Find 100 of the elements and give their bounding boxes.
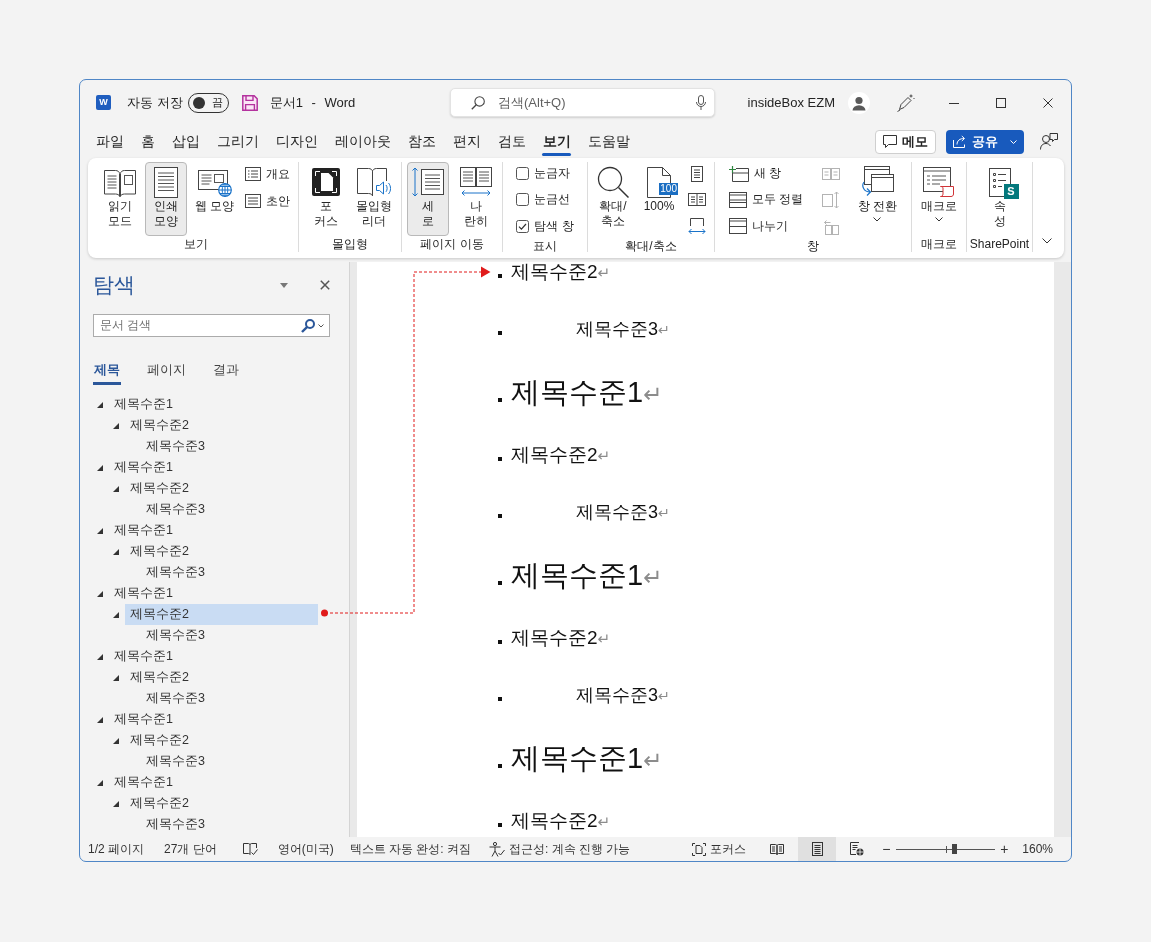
outline-button[interactable]: 개요 [242, 162, 294, 186]
zoom-slider[interactable] [896, 844, 996, 854]
web-layout-button[interactable]: 웹 모양 [192, 162, 238, 236]
heading-item[interactable]: 제목수준1 [109, 646, 318, 667]
ribbon-tab[interactable]: 삽입 [163, 125, 208, 158]
heading-item[interactable]: 제목수준1 [109, 583, 318, 604]
checkbox-label[interactable]: 탐색 창 [534, 217, 574, 235]
side-to-side-button[interactable]: 나 란히 [454, 162, 497, 236]
heading-item[interactable]: 제목수준3 [141, 688, 318, 709]
expanded-triangle-icon[interactable] [97, 590, 103, 597]
close-pane-button[interactable] [320, 280, 330, 290]
ribbon-tab[interactable]: 검토 [489, 125, 534, 158]
checkbox-label[interactable]: 눈금자 [534, 165, 571, 183]
expanded-triangle-icon[interactable] [113, 422, 119, 429]
heading-item[interactable]: 제목수준1 [109, 457, 318, 478]
language[interactable]: 영어(미국) [277, 840, 334, 858]
ribbon-tab[interactable]: 그리기 [208, 125, 267, 158]
expanded-triangle-icon[interactable] [97, 653, 103, 660]
page-count[interactable]: 1/2 페이지 [88, 840, 144, 858]
heading-item[interactable]: 제목수준2 [125, 793, 318, 814]
split-button[interactable]: 나누기 [726, 214, 807, 238]
share-button[interactable]: 공유 [946, 129, 1024, 154]
print-layout-button[interactable]: 인쇄 모양 [145, 162, 188, 236]
pane-tab[interactable]: 페이지 [146, 355, 187, 385]
heading-item[interactable]: 제목수준2 [125, 604, 318, 625]
page-vertical-arrow-icon [412, 167, 445, 197]
pane-tab[interactable]: 제목 [93, 355, 121, 385]
ribbon-tab[interactable]: 레이아웃 [326, 125, 399, 158]
zoom-slider-thumb[interactable] [951, 844, 957, 854]
expanded-triangle-icon[interactable] [113, 737, 119, 744]
focus-button[interactable]: 포 커스 [305, 162, 347, 236]
switch-windows-button[interactable]: 창 전환 [854, 162, 900, 236]
heading-item[interactable]: 제목수준2 [125, 415, 318, 436]
expanded-triangle-icon[interactable] [97, 401, 103, 408]
vertical-button[interactable]: 세 로 [407, 162, 450, 236]
expanded-triangle-icon[interactable] [113, 800, 119, 807]
print-layout-button[interactable] [798, 837, 837, 861]
properties-button[interactable]: S 속 성 [978, 162, 1021, 236]
save-icon[interactable] [241, 94, 258, 111]
word-count[interactable]: 27개 단어 [164, 840, 217, 858]
ribbon-tab[interactable]: 편지 [444, 125, 489, 158]
heading-item[interactable]: 제목수준3 [141, 814, 318, 830]
search-field[interactable]: 검색(Alt+Q) [450, 88, 715, 117]
focus-frame-icon [692, 842, 707, 856]
user-name[interactable]: insideBox EZM [747, 95, 835, 110]
heading-item[interactable]: 제목수준1 [109, 520, 318, 541]
heading-item[interactable]: 제목수준3 [141, 562, 318, 583]
expanded-triangle-icon[interactable] [97, 527, 103, 534]
heading-item[interactable]: 제목수준3 [141, 499, 318, 520]
feedback-button[interactable] [1040, 133, 1058, 150]
macros-button[interactable]: 매크로 [918, 162, 960, 236]
focus-button[interactable]: 포커스 [692, 840, 747, 858]
ribbon-tab[interactable]: 도움말 [579, 125, 638, 158]
zoom-level[interactable]: 160% [1022, 842, 1053, 856]
heading-item[interactable]: 제목수준3 [141, 625, 318, 646]
expanded-triangle-icon[interactable] [113, 548, 119, 555]
expanded-triangle-icon[interactable] [97, 779, 103, 786]
zoom-out-button[interactable]: − [880, 842, 893, 856]
heading-item[interactable]: 제목수준3 [141, 751, 318, 772]
read-mode-button[interactable]: 읽기 모드 [98, 162, 141, 236]
document-search-field[interactable]: 문서 검색 [93, 314, 330, 337]
expanded-triangle-icon[interactable] [113, 674, 119, 681]
heading-item[interactable]: 제목수준2 [125, 667, 318, 688]
ribbon-tab[interactable]: 파일 [87, 125, 132, 158]
ribbon-tab[interactable]: 디자인 [267, 125, 326, 158]
checkbox[interactable] [516, 193, 530, 207]
checkbox[interactable] [516, 219, 530, 233]
checkbox[interactable] [516, 167, 530, 181]
heading-item[interactable]: 제목수준2 [125, 730, 318, 751]
arrange-all-button[interactable]: 모두 정렬 [726, 188, 807, 212]
heading-item[interactable]: 제목수준1 [109, 709, 318, 730]
checkbox-label[interactable]: 눈금선 [534, 191, 571, 209]
expanded-triangle-icon[interactable] [113, 485, 119, 492]
expanded-triangle-icon[interactable] [113, 611, 119, 618]
zoom-100-button[interactable]: 100 100% [638, 162, 680, 236]
heading-item[interactable]: 제목수준1 [109, 394, 318, 415]
immersive-reader-button[interactable]: 몰입형 리더 [353, 162, 395, 236]
accessibility-button[interactable]: 접근성: 계속 진행 가능 [489, 840, 631, 858]
ribbon-tab[interactable]: 참조 [399, 125, 444, 158]
zoom-button[interactable]: 확대/ 축소 [592, 162, 634, 236]
ribbon-tab[interactable]: 홈 [132, 125, 163, 158]
ribbon-tab[interactable]: 보기 [534, 125, 579, 158]
format-mark-icon [498, 581, 502, 585]
heading-item[interactable]: 제목수준2 [125, 478, 318, 499]
expanded-triangle-icon[interactable] [97, 464, 103, 471]
comments-button[interactable]: 메모 [875, 129, 936, 154]
text-predictions[interactable]: 텍스트 자동 완성: 켜짐 [349, 840, 472, 858]
book-speaker-icon [357, 167, 391, 197]
zoom-in-button[interactable]: + [998, 842, 1011, 856]
heading-item[interactable]: 제목수준1 [109, 772, 318, 793]
draft-button[interactable]: 초안 [242, 189, 294, 213]
pane-tab[interactable]: 결과 [212, 355, 240, 385]
heading-item[interactable]: 제목수준3 [141, 436, 318, 457]
avatar-icon[interactable] [848, 91, 870, 114]
expanded-triangle-icon[interactable] [97, 716, 103, 723]
new-window-button[interactable]: 새 창 [726, 162, 807, 186]
heading-item[interactable]: 제목수준2 [125, 541, 318, 562]
pane-options-button[interactable] [280, 282, 288, 288]
app-logo[interactable]: W [96, 95, 111, 110]
proofing-button[interactable] [242, 842, 258, 856]
